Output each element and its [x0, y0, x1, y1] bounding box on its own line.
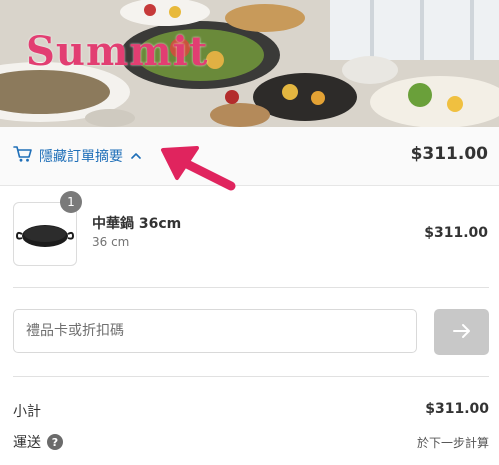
line-item: 1 中華鍋 36cm 36 cm $311.00 [0, 185, 499, 285]
shipping-value: 於下一步計算 [416, 436, 489, 450]
order-summary-bar: 隱藏訂單摘要 $311.00 [0, 127, 499, 186]
shipping-row: 運送 ? 於下一步計算 [13, 432, 489, 454]
discount-code-input[interactable] [13, 309, 417, 353]
brand-logo: Summit [26, 28, 209, 75]
cart-icon [13, 145, 33, 167]
help-icon[interactable]: ? [47, 434, 63, 450]
apply-discount-button[interactable] [434, 309, 489, 355]
divider [13, 287, 489, 288]
order-summary-total: $311.00 [410, 144, 488, 164]
product-variant: 36 cm [92, 235, 130, 249]
hero-banner: Summit [0, 0, 499, 127]
order-summary-toggle-label: 隱藏訂單摘要 [39, 149, 123, 165]
divider [13, 376, 489, 377]
subtotal-label: 小計 [13, 404, 41, 420]
shipping-label: 運送 [13, 435, 41, 451]
subtotal-row: 小計 $311.00 [13, 401, 489, 423]
product-name: 中華鍋 36cm [92, 216, 182, 232]
order-summary-toggle[interactable]: 隱藏訂單摘要 [13, 145, 141, 167]
quantity-badge: 1 [60, 191, 82, 213]
chevron-up-icon [131, 149, 141, 163]
product-price: $311.00 [424, 225, 488, 241]
arrow-right-icon [452, 323, 472, 342]
shipping-label-group: 運送 ? [13, 432, 63, 452]
subtotal-value: $311.00 [425, 401, 489, 417]
